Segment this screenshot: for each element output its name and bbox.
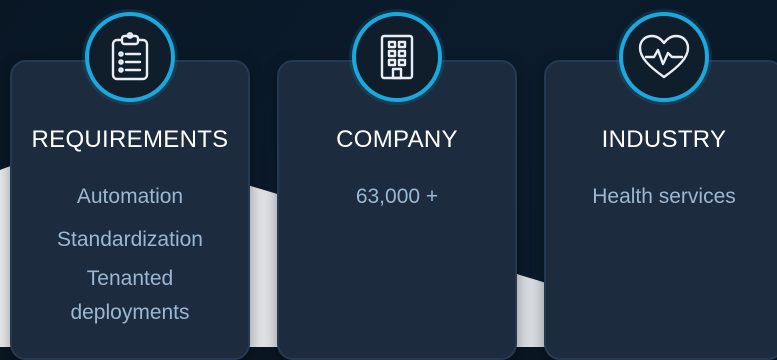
card-items: 63,000 +	[279, 180, 515, 223]
card-title: INDUSTRY	[601, 126, 727, 153]
list-item: Standardization	[57, 228, 203, 251]
heart-pulse-icon-badge	[619, 12, 709, 102]
heart-pulse-icon	[638, 34, 690, 79]
industry-card: INDUSTRY Health services	[544, 60, 777, 360]
clipboard-icon-badge	[85, 12, 175, 102]
requirements-card: REQUIREMENTS Automation Standardization …	[10, 60, 250, 360]
list-item: 63,000 +	[355, 185, 439, 208]
building-icon-badge	[352, 12, 442, 102]
card-items: Automation Standardization Tenanted depl…	[12, 180, 248, 339]
clipboard-icon	[111, 32, 149, 81]
list-item: Automation	[76, 185, 184, 208]
list-item: Health services	[592, 185, 736, 208]
card-title: REQUIREMENTS	[31, 126, 229, 153]
list-item: Tenanted deployments	[70, 267, 190, 324]
card-items: Health services	[546, 180, 777, 223]
card-title: COMPANY	[336, 126, 458, 153]
company-card: COMPANY 63,000 +	[277, 60, 517, 360]
building-icon	[380, 34, 414, 80]
